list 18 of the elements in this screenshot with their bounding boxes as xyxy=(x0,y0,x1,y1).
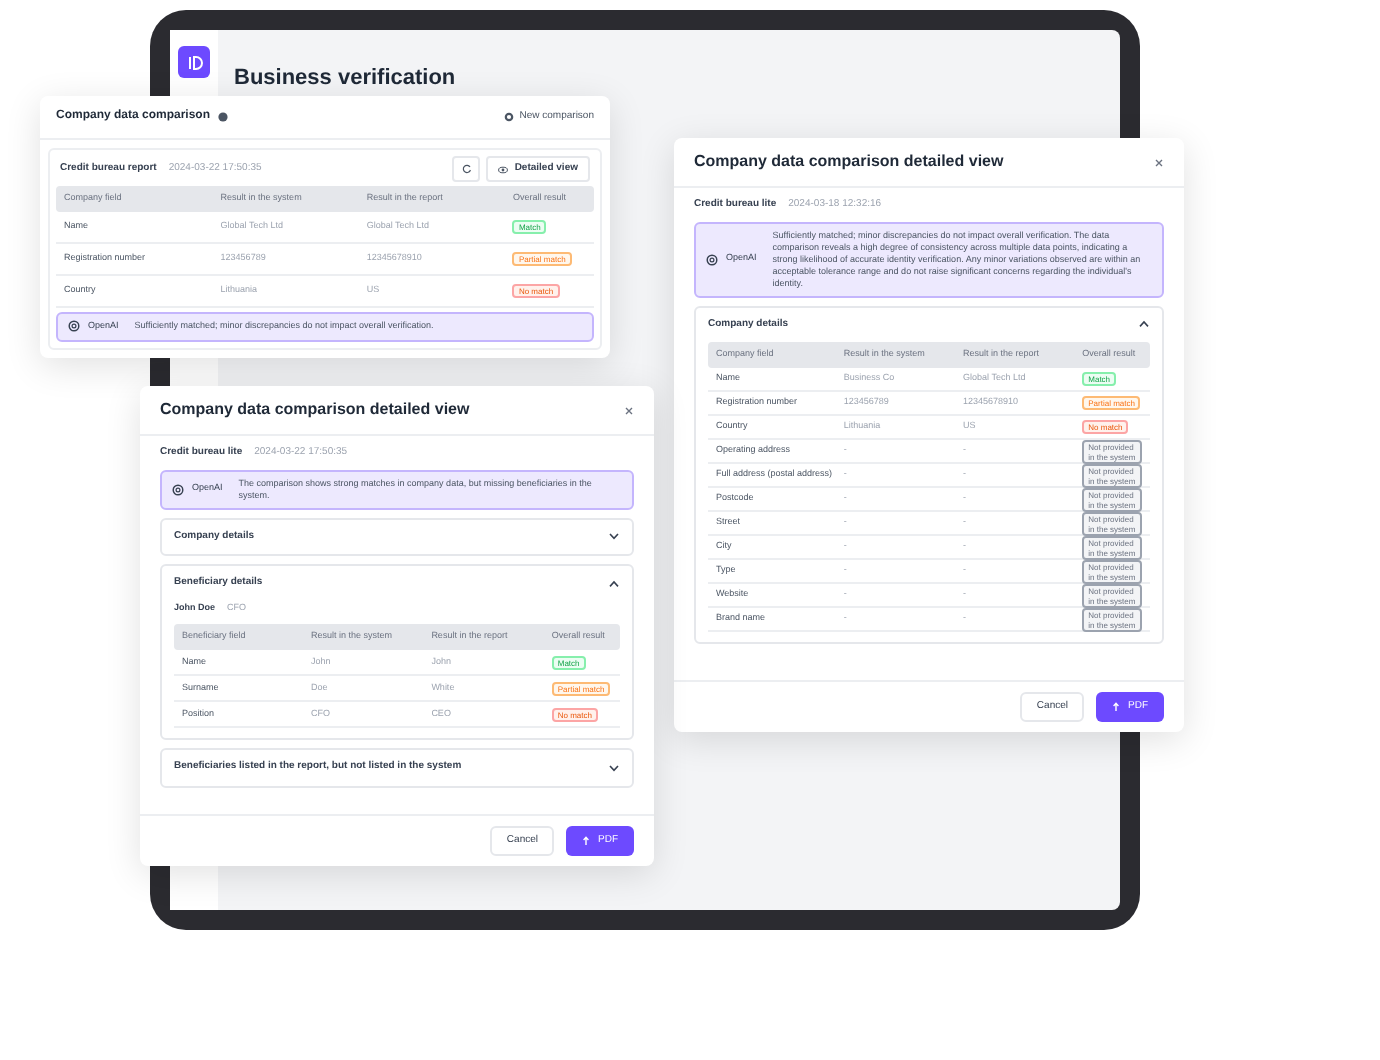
chevron-down-icon xyxy=(608,532,620,541)
close-icon[interactable] xyxy=(1154,157,1164,167)
chevron-up-icon xyxy=(1138,320,1150,329)
refresh-icon xyxy=(461,164,472,174)
dialog-title: Company data comparison detailed view xyxy=(160,398,470,422)
chevron-down-icon xyxy=(608,763,620,772)
chevron-up-icon xyxy=(608,579,620,588)
logo-icon[interactable] xyxy=(178,46,210,78)
close-icon[interactable] xyxy=(624,405,634,415)
refresh-button[interactable] xyxy=(452,156,481,182)
ai-logo-icon xyxy=(68,320,80,333)
ai-logo-icon xyxy=(706,253,718,265)
eye-icon xyxy=(498,165,509,173)
ai-logo-icon xyxy=(172,483,184,495)
upload-icon xyxy=(1112,701,1120,712)
page-title: Business verification xyxy=(234,64,458,94)
dialog-title: Company data comparison detailed view xyxy=(694,150,1004,174)
upload-icon xyxy=(582,835,590,846)
